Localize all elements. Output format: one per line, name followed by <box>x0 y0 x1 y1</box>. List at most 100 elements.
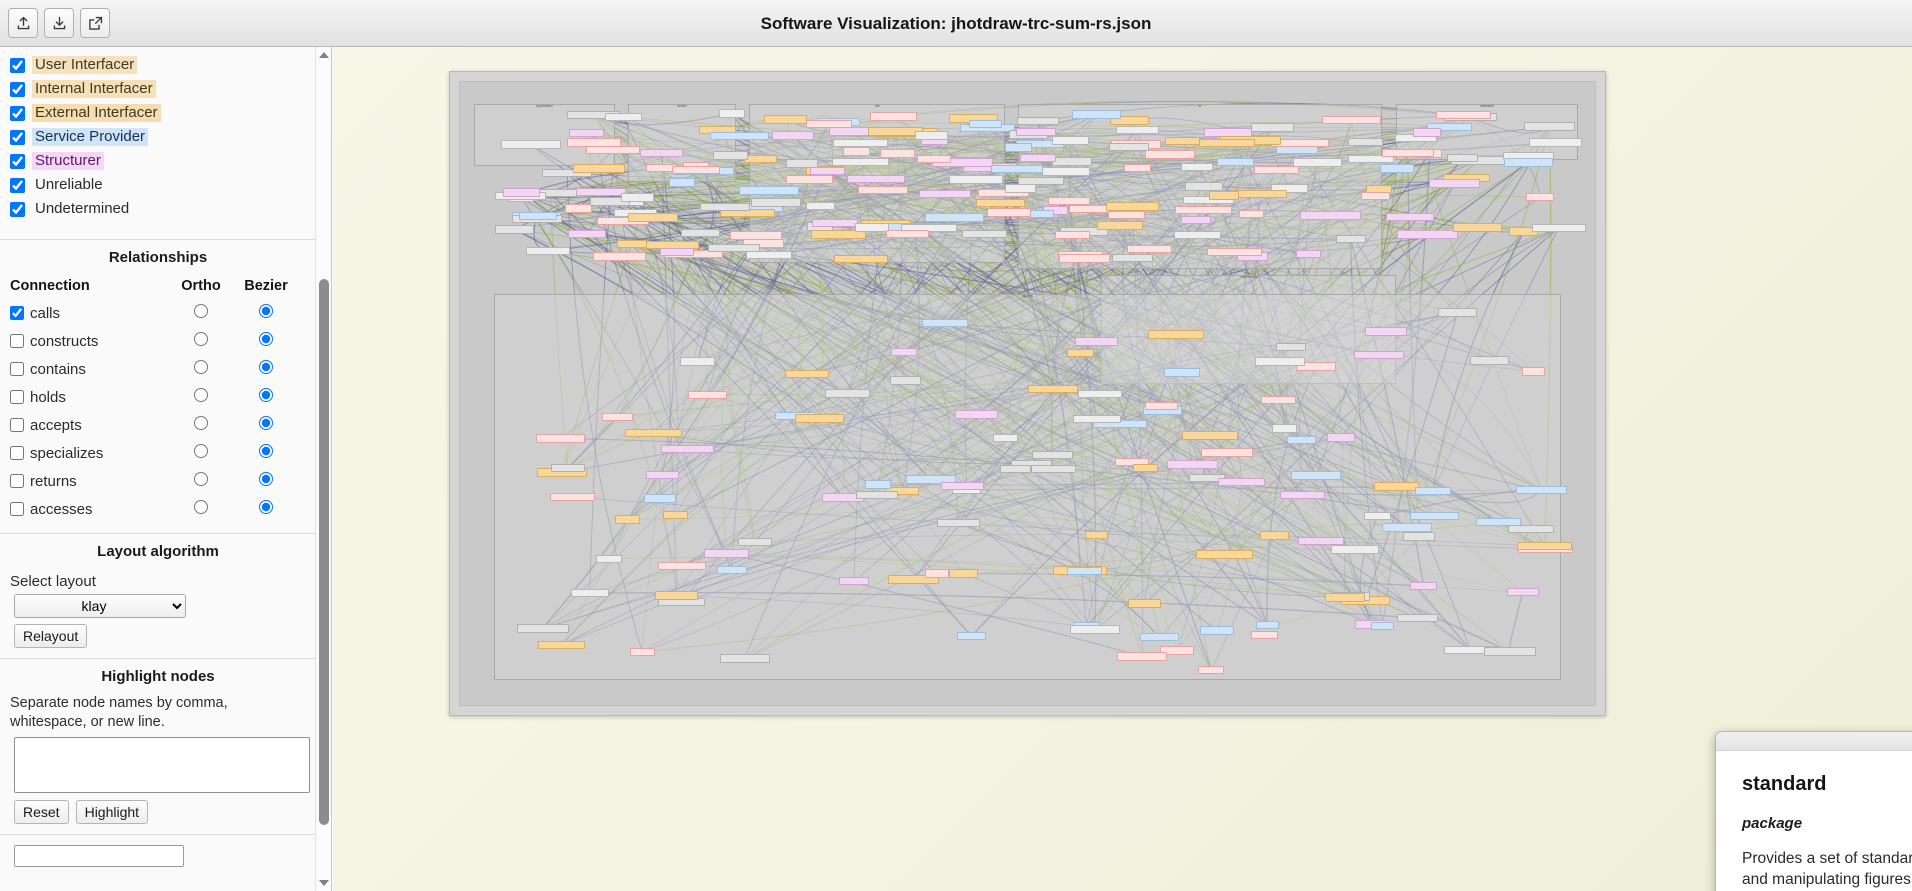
graph-node[interactable] <box>846 174 905 184</box>
graph-node[interactable] <box>570 588 609 598</box>
graph-node[interactable] <box>1206 247 1263 257</box>
graph-node[interactable] <box>1503 158 1554 167</box>
legend-item-undetermined[interactable]: Undetermined <box>10 197 316 221</box>
graph-node[interactable] <box>1096 221 1143 230</box>
open-external-button[interactable] <box>80 8 110 38</box>
graph-node[interactable] <box>654 591 699 600</box>
graph-node[interactable] <box>1470 356 1509 365</box>
graph-node[interactable] <box>955 410 999 419</box>
legend-checkbox[interactable] <box>10 153 25 169</box>
bezier-radio-contains[interactable] <box>259 359 273 374</box>
graph-node[interactable] <box>865 480 892 489</box>
bezier-radio-accesses[interactable] <box>259 499 273 514</box>
graph-node[interactable] <box>986 208 1032 217</box>
graph-node[interactable] <box>703 549 750 558</box>
graph-frame[interactable]: application action util io standard framework… <box>449 71 1606 716</box>
legend-item-unreliable[interactable]: Unreliable <box>10 173 316 197</box>
relationship-checkbox-holds[interactable] <box>10 390 24 404</box>
bezier-radio-constructs[interactable] <box>259 331 273 346</box>
graph-node[interactable] <box>663 510 688 520</box>
graph-node[interactable] <box>1059 254 1110 263</box>
relationship-checkbox-accesses[interactable] <box>10 502 24 516</box>
graph-node[interactable] <box>1181 431 1238 440</box>
graph-node[interactable] <box>1330 545 1379 554</box>
graph-node[interactable] <box>1147 330 1204 339</box>
graph-node[interactable] <box>1529 138 1583 147</box>
ortho-radio-accepts[interactable] <box>194 415 208 430</box>
scroll-down-arrow-icon[interactable] <box>316 875 331 891</box>
graph-node[interactable] <box>1326 433 1355 442</box>
graph-node[interactable] <box>1507 588 1539 597</box>
bezier-radio-calls[interactable] <box>259 303 273 318</box>
relationship-toggle-cell[interactable]: constructs <box>10 333 170 350</box>
graph-node[interactable] <box>1364 327 1408 336</box>
graph-node[interactable] <box>503 188 541 197</box>
graph-node[interactable] <box>1016 116 1060 126</box>
relationship-checkbox-specializes[interactable] <box>10 446 24 460</box>
legend-item-structurer[interactable]: Structurer <box>10 149 316 173</box>
graph-node[interactable] <box>1133 463 1158 473</box>
ortho-radio-calls[interactable] <box>194 303 208 318</box>
graph-node[interactable] <box>1291 471 1342 480</box>
relationship-toggle-cell[interactable]: specializes <box>10 445 170 462</box>
graph-node[interactable] <box>700 202 750 212</box>
graph-node[interactable] <box>1436 110 1492 120</box>
graph-node[interactable] <box>1381 148 1435 158</box>
graph-node[interactable] <box>745 250 793 260</box>
graph-node[interactable] <box>956 631 987 640</box>
graph-node[interactable] <box>537 640 586 649</box>
graph-node[interactable] <box>646 471 679 480</box>
graph-node[interactable] <box>1048 196 1090 206</box>
graph-node[interactable] <box>1000 464 1031 474</box>
bezier-radio-holds[interactable] <box>259 387 273 402</box>
graph-node[interactable] <box>992 433 1019 443</box>
graph-node[interactable] <box>738 186 800 195</box>
graph-node[interactable] <box>1199 626 1234 635</box>
graph-node[interactable] <box>550 464 585 473</box>
graph-node[interactable] <box>716 565 748 575</box>
graph-node[interactable] <box>917 154 951 164</box>
legend-checkbox[interactable] <box>10 177 25 193</box>
graph-node[interactable] <box>602 412 633 422</box>
graph-node[interactable] <box>617 239 647 249</box>
graph-node[interactable] <box>833 138 888 148</box>
graph-node[interactable] <box>1123 164 1152 173</box>
graph-node[interactable] <box>1517 541 1573 551</box>
reset-button[interactable]: Reset <box>14 800 69 825</box>
relationship-toggle-cell[interactable]: returns <box>10 473 170 490</box>
legend-checkbox[interactable] <box>10 57 25 73</box>
graph-node[interactable] <box>1117 652 1168 661</box>
graph-node[interactable] <box>1410 581 1438 591</box>
highlight-button[interactable]: Highlight <box>75 800 149 825</box>
graph-node[interactable] <box>516 624 569 633</box>
graph-node[interactable] <box>1447 153 1478 162</box>
graph-node[interactable] <box>730 231 783 240</box>
graph-node[interactable] <box>1296 249 1322 258</box>
graph-node[interactable] <box>564 204 593 213</box>
graph-node[interactable] <box>918 190 972 199</box>
graph-node[interactable] <box>1073 414 1121 424</box>
sidebar-scrollbar[interactable] <box>315 47 331 891</box>
graph-node[interactable] <box>785 369 829 379</box>
graph-node[interactable] <box>535 434 586 443</box>
graph-node[interactable] <box>1140 632 1179 642</box>
graph-node[interactable] <box>1218 477 1266 487</box>
bezier-radio-specializes[interactable] <box>259 443 273 458</box>
graph-node[interactable] <box>1438 308 1477 317</box>
graph-node[interactable] <box>1255 620 1280 630</box>
graph-node[interactable] <box>1300 211 1362 220</box>
graph-node[interactable] <box>1164 368 1201 377</box>
graph-node[interactable] <box>1275 342 1307 352</box>
graph-node[interactable] <box>889 376 921 385</box>
graph-node[interactable] <box>585 145 641 155</box>
graph-node[interactable] <box>707 243 760 253</box>
graph-node[interactable] <box>948 175 1003 184</box>
graph-node[interactable] <box>1196 550 1253 559</box>
graph-node[interactable] <box>924 213 984 222</box>
graph-node[interactable] <box>1180 215 1212 224</box>
graph-node[interactable] <box>1027 384 1078 394</box>
graph-node[interactable] <box>857 185 908 195</box>
graph-node[interactable] <box>659 247 694 257</box>
graph-canvas[interactable]: application action util io standard framework… <box>333 47 1912 891</box>
graph-node[interactable] <box>1052 157 1093 166</box>
